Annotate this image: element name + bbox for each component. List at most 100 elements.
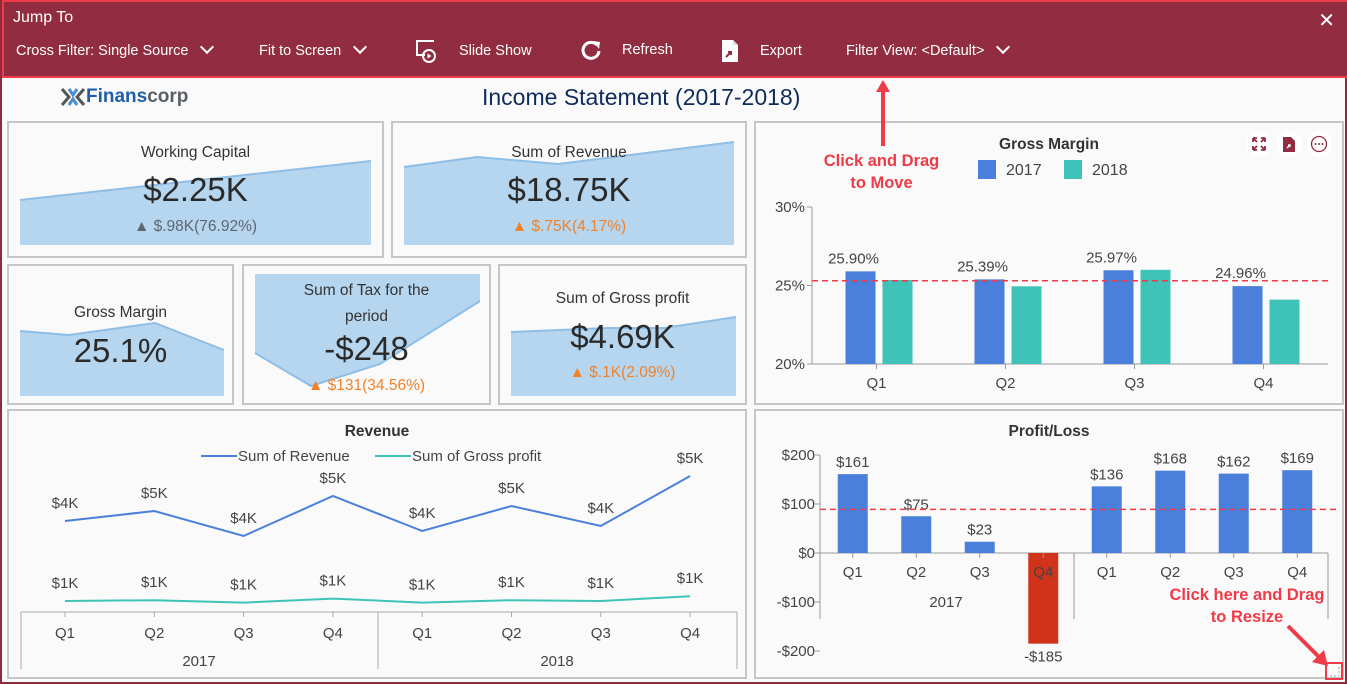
chevron-down-icon [200, 39, 215, 55]
data-label: $1K [141, 574, 168, 591]
y-tick-label: 20% [775, 356, 805, 373]
refresh-label: Refresh [622, 42, 673, 58]
refresh-button[interactable]: Refresh [580, 39, 673, 61]
x-tick-label: Q2 [144, 625, 164, 642]
fit-to-screen-label: Fit to Screen [259, 43, 342, 59]
fit-to-screen-dropdown[interactable]: Fit to Screen [259, 39, 368, 59]
kpi-delta-value: $131(34.56%) [327, 377, 426, 394]
kpi-title: Gross Margin [73, 304, 168, 321]
bar-2018-Q3 [1218, 473, 1249, 553]
data-label: $1K [587, 575, 614, 592]
data-label: $136 [1090, 466, 1123, 483]
kpi-delta-value: $.1K(2.09%) [589, 364, 676, 381]
x-tick-label: Q1 [1097, 564, 1117, 581]
resize-annotation-line1: Click here and Drag [1169, 586, 1325, 604]
kpi-value: $2.25K [143, 171, 248, 208]
export-button[interactable]: Export [720, 39, 802, 63]
toolbar-title: Jump To [13, 9, 74, 26]
data-label: 24.96% [1215, 265, 1266, 282]
data-label: $1K [320, 573, 347, 590]
export-icon[interactable] [1276, 131, 1302, 157]
kpi-gross-margin[interactable]: Gross Margin 25.1% [7, 264, 234, 405]
kpi-sum-of-tax[interactable]: Sum of Tax for the period -$248 ▲ $131(3… [242, 264, 491, 405]
chevron-down-icon [353, 39, 368, 55]
x-tick-label: Q3 [1224, 564, 1244, 581]
kpi-delta-value: $.98K(76.92%) [153, 218, 258, 235]
legend-label: 2018 [1092, 162, 1128, 179]
cross-filter-dropdown[interactable]: Cross Filter: Single Source [16, 39, 215, 59]
x-tick-label: Q1 [412, 625, 432, 642]
profit-loss-chart-card[interactable]: Profit/Loss $200 $100 $0 -$100 -$200 Q1 $161 Q2… [754, 409, 1344, 679]
x-group-label: 2018 [540, 653, 573, 670]
bar-2017-Q2 [901, 516, 932, 553]
kpi-delta: ▲ $.75K(4.17%) [393, 218, 745, 236]
y-tick-label: -$200 [777, 643, 815, 660]
revenue-chart-card[interactable]: Revenue Sum of Revenue Sum of Gross profi… [7, 409, 747, 679]
legend-swatch-2018 [1064, 160, 1082, 179]
x-tick-label: Q2 [501, 625, 521, 642]
more-options-icon[interactable] [1306, 131, 1332, 157]
y-tick-label: -$100 [777, 594, 815, 611]
close-icon[interactable]: ✕ [1318, 8, 1335, 32]
kpi-value: -$248 [324, 330, 409, 367]
kpi-delta-value: $.75K(4.17%) [531, 218, 627, 235]
kpi-value: $4.69K [570, 318, 675, 355]
refresh-icon [580, 39, 602, 61]
logo-text-primary: Finans [86, 86, 148, 107]
kpi-sum-of-revenue[interactable]: Sum of Revenue $18.75K ▲ $.75K(4.17%) [391, 121, 747, 258]
x-tick-label: Q4 [1253, 375, 1273, 392]
y-tick-label: 30% [775, 199, 805, 216]
slide-show-label: Slide Show [459, 43, 532, 59]
kpi-title: Sum of Tax for the period [244, 278, 489, 330]
x-tick-label: Q3 [234, 625, 254, 642]
slide-show-button[interactable]: Slide Show [413, 38, 532, 64]
move-arrow-icon [876, 80, 890, 146]
bar-2017-Q3 [1103, 270, 1134, 364]
kpi-working-capital[interactable]: Working Capital $2.25K ▲ $.98K(76.92%) [7, 121, 384, 258]
x-tick-label: Q4 [1287, 564, 1307, 581]
kpi-value: 25.1% [73, 332, 168, 369]
x-tick-label: Q2 [1160, 564, 1180, 581]
data-label: 25.39% [957, 258, 1008, 275]
move-annotation-line1: Click and Drag [823, 152, 940, 170]
legend-label: 2017 [1006, 162, 1042, 179]
data-label: $1K [409, 577, 436, 594]
kpi-delta: ▲ $.1K(2.09%) [500, 364, 745, 382]
bar-2018-Q2 [1011, 286, 1042, 364]
chevron-down-icon [996, 39, 1011, 55]
resize-handle[interactable] [1325, 662, 1343, 680]
kpi-sum-of-gross-profit[interactable]: Sum of Gross profit $4.69K ▲ $.1K(2.09%) [498, 264, 747, 405]
chart-title: Profit/Loss [1008, 423, 1090, 440]
slideshow-icon [413, 38, 439, 64]
y-tick-label: $200 [782, 447, 815, 464]
cross-filter-label: Cross Filter: Single Source [16, 43, 189, 59]
chart-title: Revenue [344, 423, 410, 440]
export-label: Export [760, 43, 802, 59]
revenue-chart: Sum of Revenue Sum of Gross profit $4K $5K $… [20, 448, 738, 670]
bar-2018-Q1 [1091, 486, 1122, 553]
jump-to-toolbar[interactable]: Jump To ✕ Cross Filter: Single Source Fi… [2, 0, 1347, 78]
finanscorp-logo: Finans corp [60, 86, 188, 108]
move-annotation: Click and Drag to Move [814, 150, 949, 194]
bar-2017-Q1 [837, 474, 868, 553]
expand-icon[interactable] [1246, 131, 1272, 157]
data-label: $4K [52, 495, 79, 512]
bar-2017-Q3 [964, 541, 995, 553]
data-label: $162 [1217, 454, 1250, 471]
filter-view-dropdown[interactable]: Filter View: <Default> [846, 39, 1011, 59]
x-group-label: 2017 [182, 653, 215, 670]
x-tick-label: Q1 [866, 375, 886, 392]
data-label: $4K [587, 500, 614, 517]
kpi-title: Working Capital [140, 144, 251, 161]
data-label: $1K [498, 574, 525, 591]
bar-2017-Q4 [1232, 286, 1263, 364]
kpi-title: Sum of Revenue [511, 144, 627, 161]
bar-2018-Q3 [1140, 269, 1171, 364]
x-tick-label: Q4 [1033, 564, 1053, 581]
kpi-value: $18.75K [507, 171, 631, 208]
x-tick-label: Q3 [1124, 375, 1144, 392]
x-tick-label: Q2 [995, 375, 1015, 392]
x-tick-label: Q3 [591, 625, 611, 642]
data-label: $5K [677, 450, 704, 467]
x-tick-label: Q3 [970, 564, 990, 581]
